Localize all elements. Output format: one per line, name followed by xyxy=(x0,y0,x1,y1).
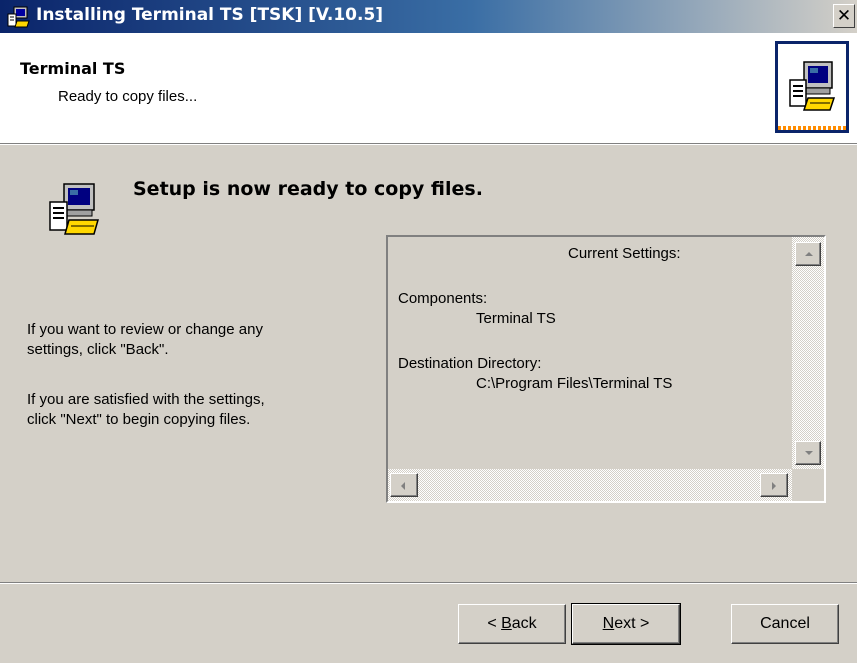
settings-header: Current Settings: xyxy=(568,245,681,262)
cancel-button[interactable]: Cancel xyxy=(731,604,839,644)
horizontal-scrollbar[interactable] xyxy=(388,469,792,501)
title-bar[interactable]: Installing Terminal TS [TSK] [V.10.5] ✕ xyxy=(0,0,857,33)
window-title: Installing Terminal TS [TSK] [V.10.5] xyxy=(36,5,384,25)
header-title: Terminal TS xyxy=(20,59,126,78)
instruction-line: settings, click "Back". xyxy=(27,341,169,358)
arrow-up-icon xyxy=(805,252,813,256)
back-mnemonic: B xyxy=(501,615,512,632)
scrollbar-corner xyxy=(792,469,824,501)
components-value: Terminal TS xyxy=(476,310,556,327)
header-icon-frame xyxy=(775,41,849,133)
arrow-left-icon xyxy=(401,482,405,490)
current-settings-box[interactable]: Current Settings: Components: Terminal T… xyxy=(386,235,826,503)
header-panel: Terminal TS Ready to copy files... xyxy=(0,33,857,144)
vertical-scrollbar[interactable] xyxy=(792,237,824,469)
installer-icon xyxy=(7,6,30,28)
close-button[interactable]: ✕ xyxy=(833,4,855,28)
instruction-line: If you want to review or change any xyxy=(27,321,263,338)
back-label-rest: ack xyxy=(511,615,537,632)
destination-label: Destination Directory: xyxy=(398,355,542,372)
back-button[interactable]: < Back xyxy=(458,604,566,644)
arrow-down-icon xyxy=(805,451,813,455)
close-icon: ✕ xyxy=(836,6,852,26)
components-label: Components: xyxy=(398,290,488,307)
cancel-label: Cancel xyxy=(760,615,810,632)
computer-install-icon xyxy=(789,61,836,111)
instruction-line: If you are satisfied with the settings, xyxy=(27,391,265,408)
settings-content: Current Settings: Components: Terminal T… xyxy=(388,237,794,469)
next-button[interactable]: Next > xyxy=(571,603,681,645)
scroll-down-button[interactable] xyxy=(795,441,821,465)
next-label-rest: ext > xyxy=(614,615,650,632)
main-heading: Setup is now ready to copy files. xyxy=(133,178,483,200)
scroll-left-button[interactable] xyxy=(390,473,418,497)
scroll-right-button[interactable] xyxy=(760,473,788,497)
scroll-up-button[interactable] xyxy=(795,242,821,266)
header-subtitle: Ready to copy files... xyxy=(58,88,198,105)
computer-install-icon xyxy=(49,183,99,235)
arrow-right-icon xyxy=(772,482,776,490)
next-mnemonic: N xyxy=(602,615,615,632)
instruction-line: click "Next" to begin copying files. xyxy=(27,411,251,428)
destination-value: C:\Program Files\Terminal TS xyxy=(476,375,673,392)
back-label-prefix: < xyxy=(487,615,502,632)
